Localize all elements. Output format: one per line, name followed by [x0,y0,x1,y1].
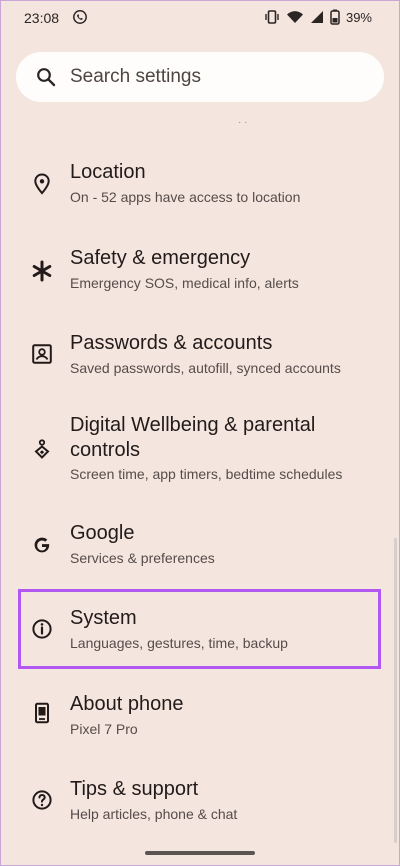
google-g-icon [34,537,50,553]
whatsapp-icon [73,10,87,24]
location-pin-icon [34,173,50,195]
gesture-nav-handle[interactable] [145,851,255,855]
settings-item-subtitle: On - 52 apps have access to location [70,189,301,205]
settings-item-tips-support[interactable]: Tips & support Help articles, phone & ch… [0,777,400,831]
vibrate-icon [265,10,279,24]
settings-item-google[interactable]: Google Services & preferences [0,521,400,575]
asterisk-icon [32,260,52,282]
help-circle-icon [32,790,52,810]
battery-icon [330,9,340,25]
settings-item-subtitle: Languages, gestures, time, backup [70,635,288,651]
account-card-icon [32,344,52,364]
settings-item-title: System [70,607,137,629]
search-icon [37,68,56,87]
status-time: 23:08 [24,10,60,26]
settings-item-subtitle: Services & preferences [70,550,215,566]
battery-percent: 39% [345,9,372,25]
info-circle-icon [32,619,52,639]
settings-item-digital-wellbeing[interactable]: Digital Wellbeing & parental controls Sc… [0,413,400,489]
settings-item-system[interactable]: System Languages, gestures, time, backup [0,606,400,660]
settings-item-subtitle: Screen time, app timers, bedtime schedul… [70,466,343,482]
settings-item-safety-emergency[interactable]: Safety & emergency Emergency SOS, medica… [0,246,400,300]
status-icons: 39% [264,9,372,25]
phone-icon [35,702,49,724]
settings-item-location[interactable]: Location On - 52 apps have access to loc… [0,160,400,214]
scroll-dots: · · [238,117,248,128]
settings-item-passwords-accounts[interactable]: Passwords & accounts Saved passwords, au… [0,331,400,385]
settings-item-subtitle: Emergency SOS, medical info, alerts [70,275,299,291]
settings-item-title: Location [70,161,146,183]
settings-item-subtitle: Pixel 7 Pro [70,721,138,737]
scrollbar-thumb[interactable] [394,538,397,843]
settings-item-subtitle: Help articles, phone & chat [70,806,238,822]
settings-item-title: Digital Wellbeing & parental controls [70,414,316,461]
search-placeholder: Search settings [70,66,201,87]
digital-wellbeing-icon [34,439,50,459]
wifi-icon [286,11,303,23]
settings-item-title: Tips & support [70,778,199,800]
settings-item-about-phone[interactable]: About phone Pixel 7 Pro [0,692,400,746]
settings-item-subtitle: Saved passwords, autofill, synced accoun… [70,360,341,376]
settings-item-title: Passwords & accounts [70,332,273,354]
signal-icon [310,11,323,23]
settings-item-title: Safety & emergency [70,247,251,269]
status-bar: 23:08 39% [0,0,400,36]
settings-item-title: Google [70,522,135,544]
search-bar[interactable]: Search settings [16,52,384,102]
settings-item-title: About phone [70,693,184,715]
